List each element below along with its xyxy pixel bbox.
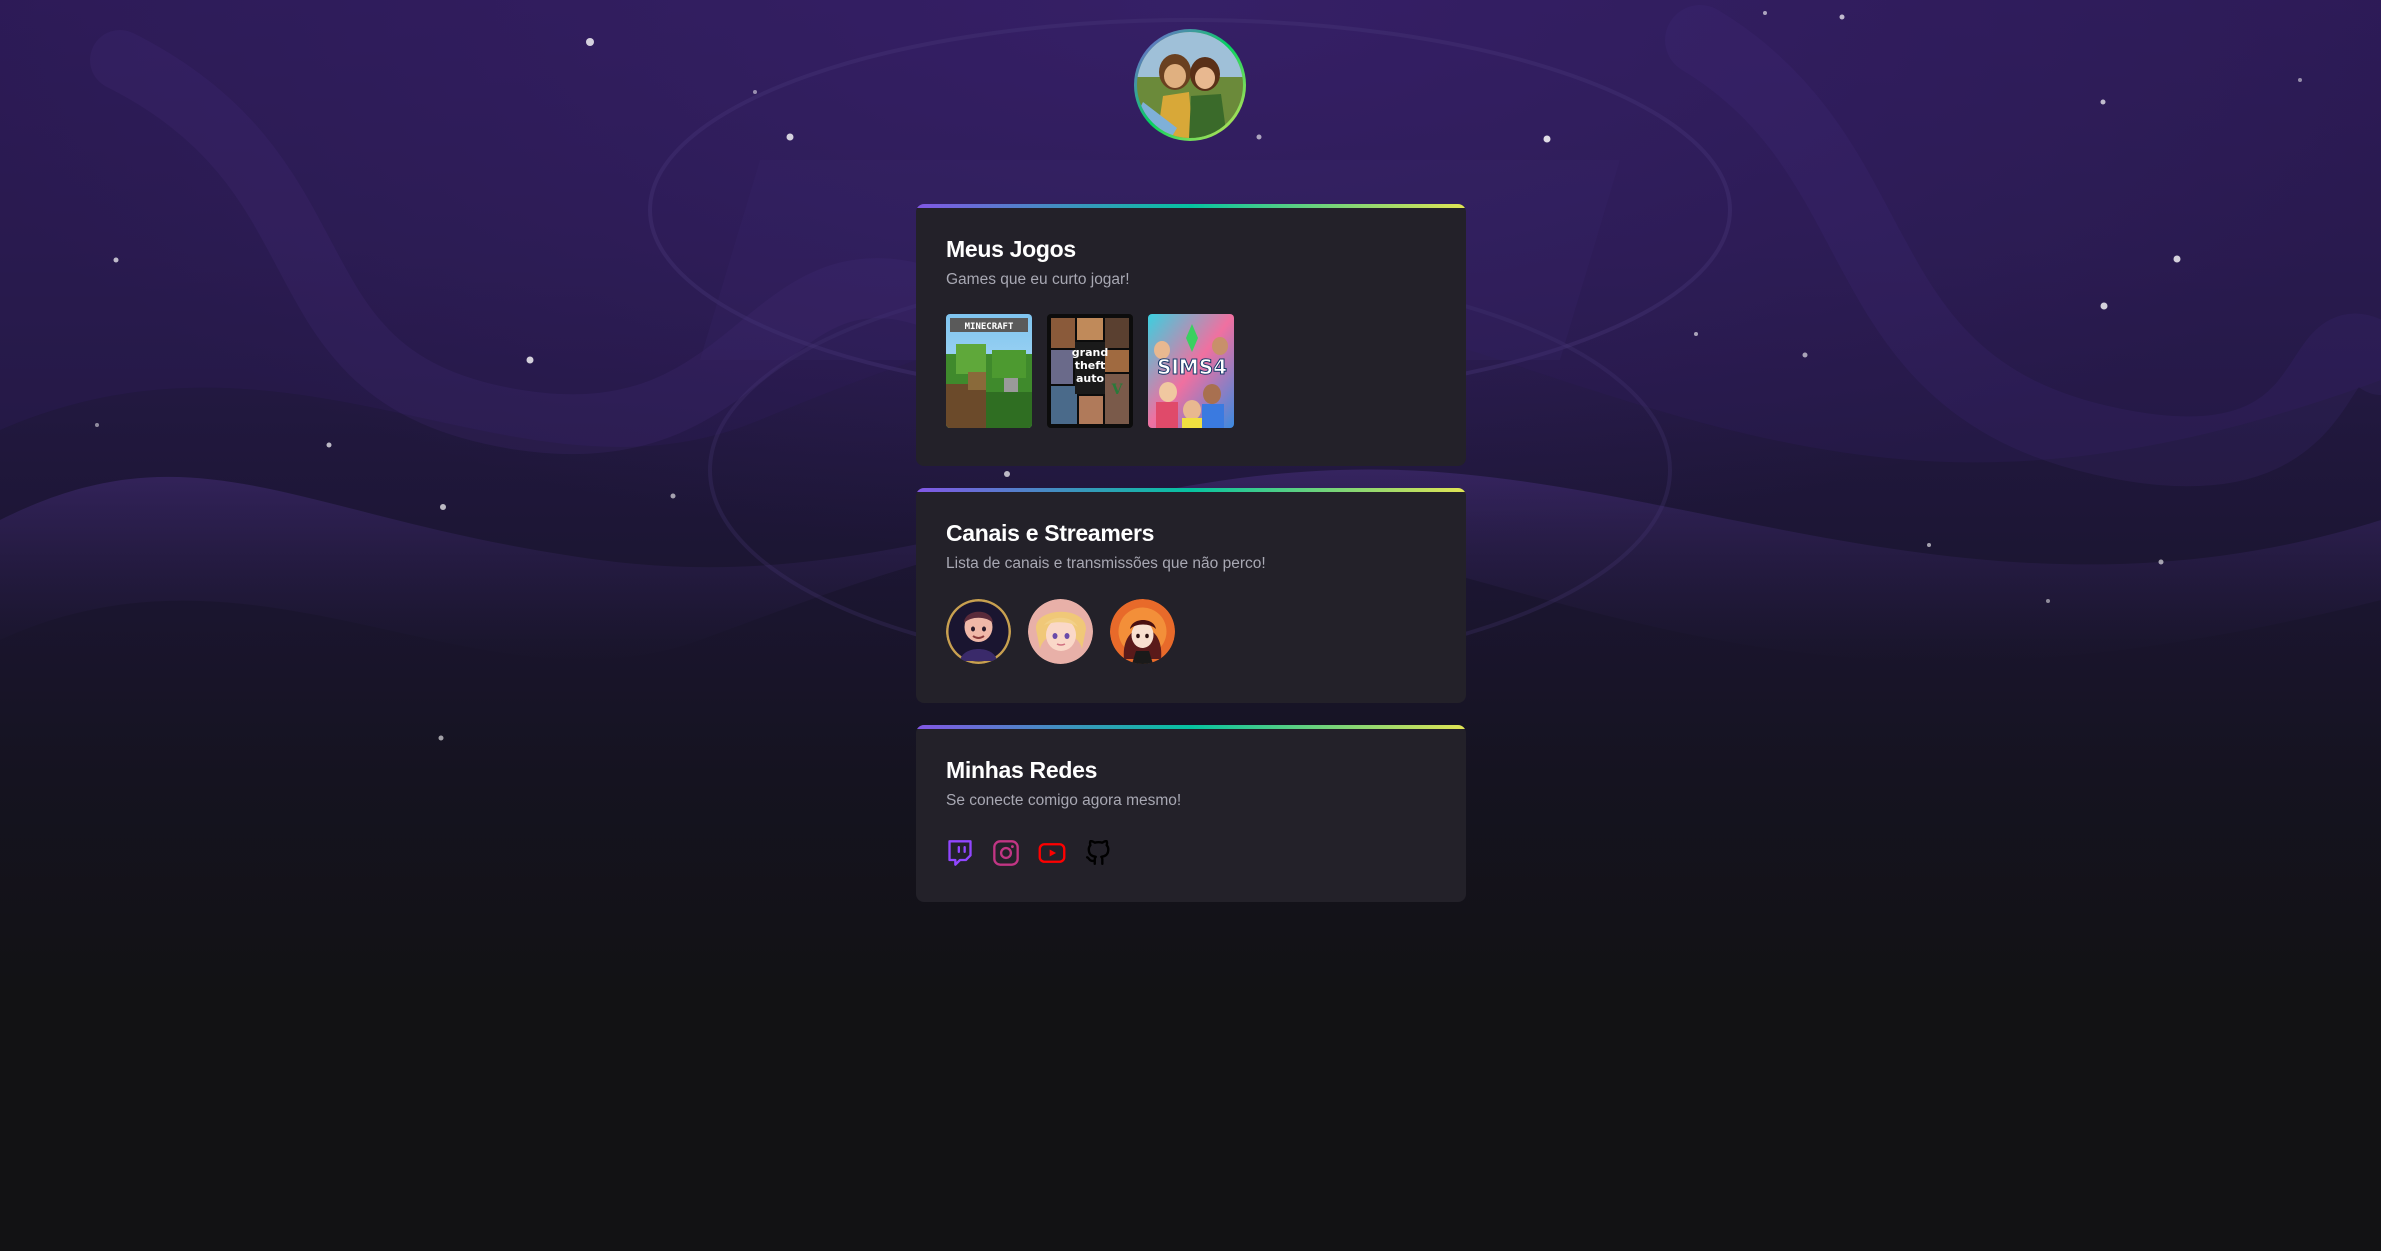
streamer-avatar-3[interactable] <box>1110 599 1175 664</box>
gta-v-cover[interactable]: grand theft auto V <box>1047 314 1133 428</box>
profile-avatar-image <box>1137 32 1243 138</box>
twitch-link[interactable] <box>946 839 974 867</box>
streamers-list <box>946 599 1436 664</box>
youtube-link[interactable] <box>1038 839 1066 867</box>
gta-logo-line-1: grand <box>1072 346 1108 359</box>
games-subtitle: Games que eu curto jogar! <box>946 271 1130 288</box>
streams-card: Canais e Streamers Lista de canais e tra… <box>916 488 1466 703</box>
streams-subtitle: Lista de canais e transmissões que não p… <box>946 555 1266 572</box>
gta-v-cover-art: grand theft auto V <box>1047 314 1133 428</box>
games-card: Meus Jogos Games que eu curto jogar! MIN… <box>916 204 1466 466</box>
streamer-avatar-2-art <box>1028 599 1093 664</box>
minecraft-cover[interactable]: MINECRAFT <box>946 314 1032 428</box>
socials-subtitle: Se conecte comigo agora mesmo! <box>946 792 1182 809</box>
games-list: MINECRAFT grand theft auto V SIMS4 <box>946 314 1436 428</box>
sims-4-cover[interactable]: SIMS4 <box>1148 314 1234 428</box>
youtube-icon <box>1038 843 1066 863</box>
socials-list <box>946 839 1436 867</box>
sims-logo: SIMS4 <box>1157 355 1227 379</box>
github-link[interactable] <box>1084 839 1112 867</box>
sims-4-cover-art: SIMS4 <box>1148 314 1234 428</box>
minecraft-logo: MINECRAFT <box>965 322 1014 332</box>
profile-avatar <box>1134 29 1246 141</box>
gta-logo-suffix: V <box>1111 382 1124 398</box>
streamer-avatar-1-art <box>946 599 1011 664</box>
minecraft-cover-art: MINECRAFT <box>946 314 1032 428</box>
socials-card: Minhas Redes Se conecte comigo agora mes… <box>916 725 1466 902</box>
streams-title: Canais e Streamers <box>946 520 1155 546</box>
games-title: Meus Jogos <box>946 236 1076 262</box>
page-background: Meus Jogos Games que eu curto jogar! MIN… <box>0 0 2381 1251</box>
streamer-avatar-2[interactable] <box>1028 599 1093 664</box>
socials-title: Minhas Redes <box>946 757 1098 783</box>
instagram-icon <box>993 840 1019 866</box>
gta-logo-line-3: auto <box>1076 372 1105 385</box>
streamer-avatar-1[interactable] <box>946 599 1011 664</box>
streamer-avatar-3-art <box>1110 599 1175 664</box>
instagram-link[interactable] <box>992 839 1020 867</box>
github-icon <box>1085 840 1110 866</box>
twitch-icon <box>948 840 972 866</box>
gta-logo-line-2: theft <box>1075 359 1106 372</box>
